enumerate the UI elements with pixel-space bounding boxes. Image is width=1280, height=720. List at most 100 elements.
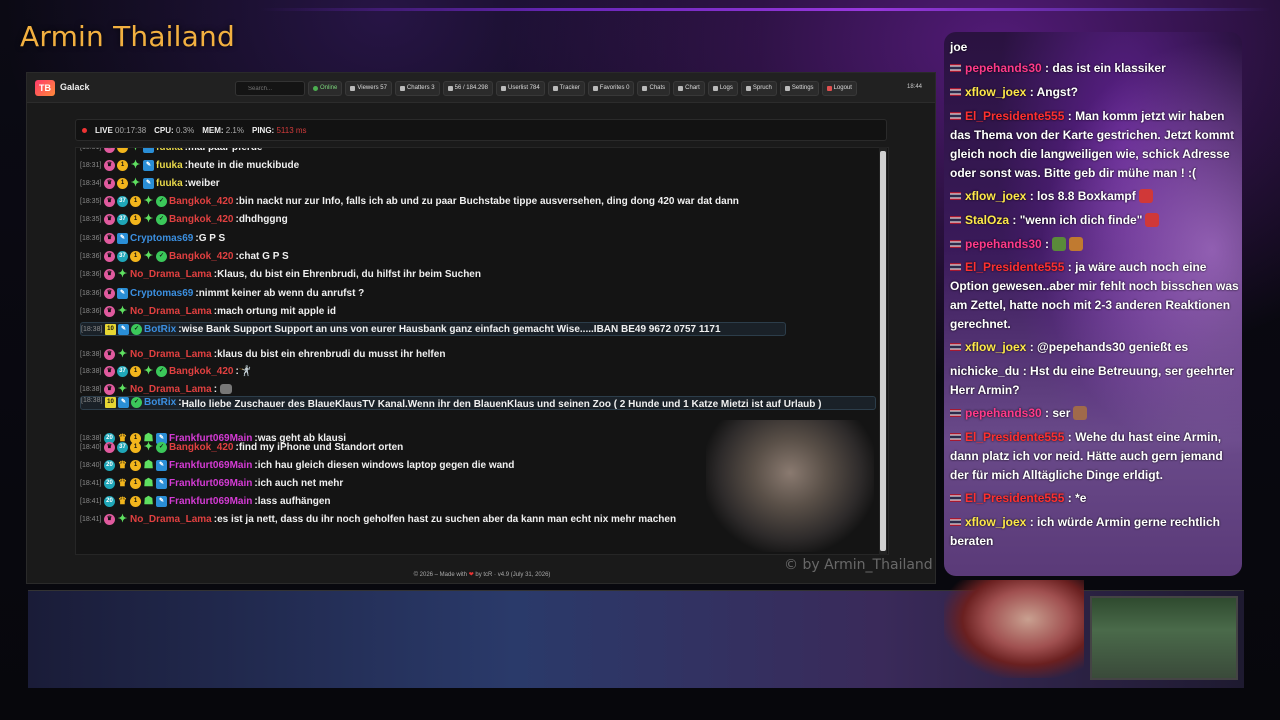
nav-button[interactable]: 56 / 184.298 — [442, 81, 493, 96]
stream-chat-message: El_Presidente555 : ja wäre auch noch ein… — [950, 258, 1240, 334]
user-badge-icon: ♛ — [104, 213, 115, 225]
search-input[interactable] — [235, 81, 305, 96]
stream-chat-message: joe — [950, 38, 1240, 57]
message-username[interactable]: Bangkok_420 — [169, 214, 233, 225]
chat-log-row: [18:35] ♛ 37 1 ✦ ✓ Bangkok_420: dhdhggng — [80, 212, 880, 226]
chat-log-scrollbar[interactable] — [879, 147, 887, 555]
message-username[interactable]: Frankfurt069Main — [169, 478, 252, 489]
message-username[interactable]: Bangkok_420 — [169, 366, 233, 377]
live-indicator-icon — [82, 127, 87, 133]
nav-button[interactable]: Settings — [779, 81, 819, 96]
user-badge-icon: ♛ — [104, 383, 115, 395]
message-text: bin nackt nur zur Info, falls ich ab und… — [238, 195, 739, 207]
nav-button[interactable]: Logout — [821, 81, 857, 96]
nav-button[interactable]: Favorites 0 — [587, 81, 635, 96]
stream-chat-username[interactable]: pepehands30 — [965, 237, 1042, 251]
user-badge-icon: ✦ — [117, 267, 128, 280]
nav-button[interactable]: Chats — [637, 81, 671, 96]
user-badge-icon: 20 — [104, 477, 115, 489]
emote-icon — [1145, 213, 1160, 227]
user-badge-icon: 1 — [117, 177, 128, 189]
message-text: chat G P S — [238, 250, 289, 262]
user-badge-icon: 1 — [130, 365, 141, 377]
chat-log-row: [18:38] 10 ✎ ✓ BotRix: Hallo liebe Zuschauer … — [80, 396, 876, 410]
message-username[interactable]: No_Drama_Lama — [130, 269, 212, 280]
stream-chat-username[interactable]: El_Presidente555 — [965, 430, 1064, 444]
scrollbar-thumb[interactable] — [880, 151, 886, 551]
nav-button[interactable]: Logs — [707, 81, 738, 96]
stream-chat-username[interactable]: xflow_joex — [965, 85, 1026, 99]
stream-chat-username[interactable]: El_Presidente555 — [965, 260, 1064, 274]
stream-chat-username[interactable]: pepehands30 — [965, 61, 1042, 75]
live-time: 00:17:38 — [115, 125, 147, 135]
channel-brand[interactable]: Galack — [60, 82, 90, 92]
user-badge-icon: ✎ — [143, 148, 154, 153]
nav-button-label: Logout — [833, 85, 852, 91]
message-username[interactable]: Cryptomas69 — [130, 233, 193, 244]
user-badge-icon: ♛ — [118, 495, 127, 507]
stream-chat-username[interactable]: xflow_joex — [965, 515, 1026, 529]
message-username[interactable]: Frankfurt069Main — [169, 460, 252, 471]
user-badge-icon: ✦ — [130, 176, 141, 189]
message-username[interactable]: Cryptomas69 — [130, 288, 193, 299]
user-badge-icon: ♛ — [104, 250, 115, 262]
message-username[interactable]: No_Drama_Lama — [130, 384, 212, 395]
stream-chat-text: : "wenn ich dich finde" — [1012, 213, 1143, 227]
chat-log-row: [18:35] ♛ 37 1 ✦ ✓ Bangkok_420: bin nackt nur z… — [80, 194, 880, 208]
message-timestamp: [18:38] — [80, 350, 102, 358]
chat-log-row: [18:38] ♛ ✦ No_Drama_Lama: — [80, 382, 880, 396]
nav-button[interactable]: Userlist 784 — [495, 81, 545, 96]
stream-chat-username[interactable]: pepehands30 — [965, 406, 1042, 420]
message-username[interactable]: No_Drama_Lama — [130, 514, 212, 525]
message-username[interactable]: Bangkok_420 — [169, 442, 233, 453]
user-badge-icon: ✦ — [130, 158, 141, 171]
thailand-flag-icon — [950, 240, 961, 248]
message-username[interactable]: Bangkok_420 — [169, 251, 233, 262]
stream-chat-username[interactable]: xflow_joex — [965, 189, 1026, 203]
message-text: find my iPhone und Standort orten — [238, 441, 404, 453]
message-timestamp: [18:31] — [80, 147, 102, 151]
user-badge-icon: ✓ — [156, 365, 167, 377]
nav-button[interactable]: Tracker — [547, 81, 585, 96]
user-badge-icon: ♛ — [104, 441, 115, 453]
message-username[interactable]: BotRix — [144, 397, 176, 408]
user-badge-icon: ♛ — [104, 159, 115, 171]
stream-chat-username[interactable]: xflow_joex — [965, 340, 1026, 354]
stream-chat-username[interactable]: nichicke_du — [950, 364, 1019, 378]
nav-buttons: Online Viewers 57 Chatters 3 56 / 184.298 Us… — [308, 81, 857, 96]
ping-stat: PING: 5113 ms — [251, 125, 307, 135]
stream-chat-message: xflow_joex : Angst? — [950, 83, 1240, 102]
message-timestamp: [18:38] — [80, 367, 102, 375]
message-username[interactable]: No_Drama_Lama — [130, 306, 212, 317]
user-badge-icon: ✎ — [156, 459, 167, 471]
nav-button[interactable]: Spruch — [740, 81, 777, 96]
message-text: G P S — [198, 232, 226, 244]
stream-chat-username[interactable]: El_Presidente555 — [965, 491, 1064, 505]
user-badge-icon: ✦ — [143, 364, 154, 377]
message-username[interactable]: No_Drama_Lama — [130, 349, 212, 360]
nav-button[interactable]: Chart — [673, 81, 705, 96]
channel-title: Armin Thailand — [20, 20, 235, 53]
nav-button[interactable]: Online — [308, 81, 343, 96]
user-badge-icon: ✎ — [118, 323, 129, 335]
app-logo[interactable]: TB — [35, 80, 55, 96]
message-username[interactable]: Frankfurt069Main — [169, 496, 252, 507]
user-badge-icon: 1 — [130, 195, 141, 207]
nav-button[interactable]: Chatters 3 — [394, 81, 440, 96]
stream-chat-username[interactable]: StalOza — [965, 213, 1009, 227]
emote-image-icon — [220, 384, 233, 394]
thailand-flag-icon — [950, 518, 961, 526]
message-username[interactable]: fuuka — [156, 178, 183, 189]
cpu-stat: CPU: 0.3% — [154, 125, 195, 135]
user-badge-icon: ✎ — [117, 287, 128, 299]
message-username[interactable]: fuuka — [156, 148, 183, 153]
watermark: © by Armin_Thailand — [784, 557, 933, 573]
message-username[interactable]: fuuka — [156, 160, 183, 171]
message-username[interactable]: Bangkok_420 — [169, 196, 233, 207]
nav-button[interactable]: Viewers 57 — [345, 81, 392, 96]
user-badge-icon: ♛ — [104, 305, 115, 317]
stream-chat-username[interactable]: El_Presidente555 — [965, 109, 1064, 123]
user-badge-icon: ✦ — [117, 347, 128, 360]
message-username[interactable]: BotRix — [144, 324, 176, 335]
chat-log-row: [18:31]♛1✦✎fuuka:mal paar pferde — [80, 147, 880, 154]
